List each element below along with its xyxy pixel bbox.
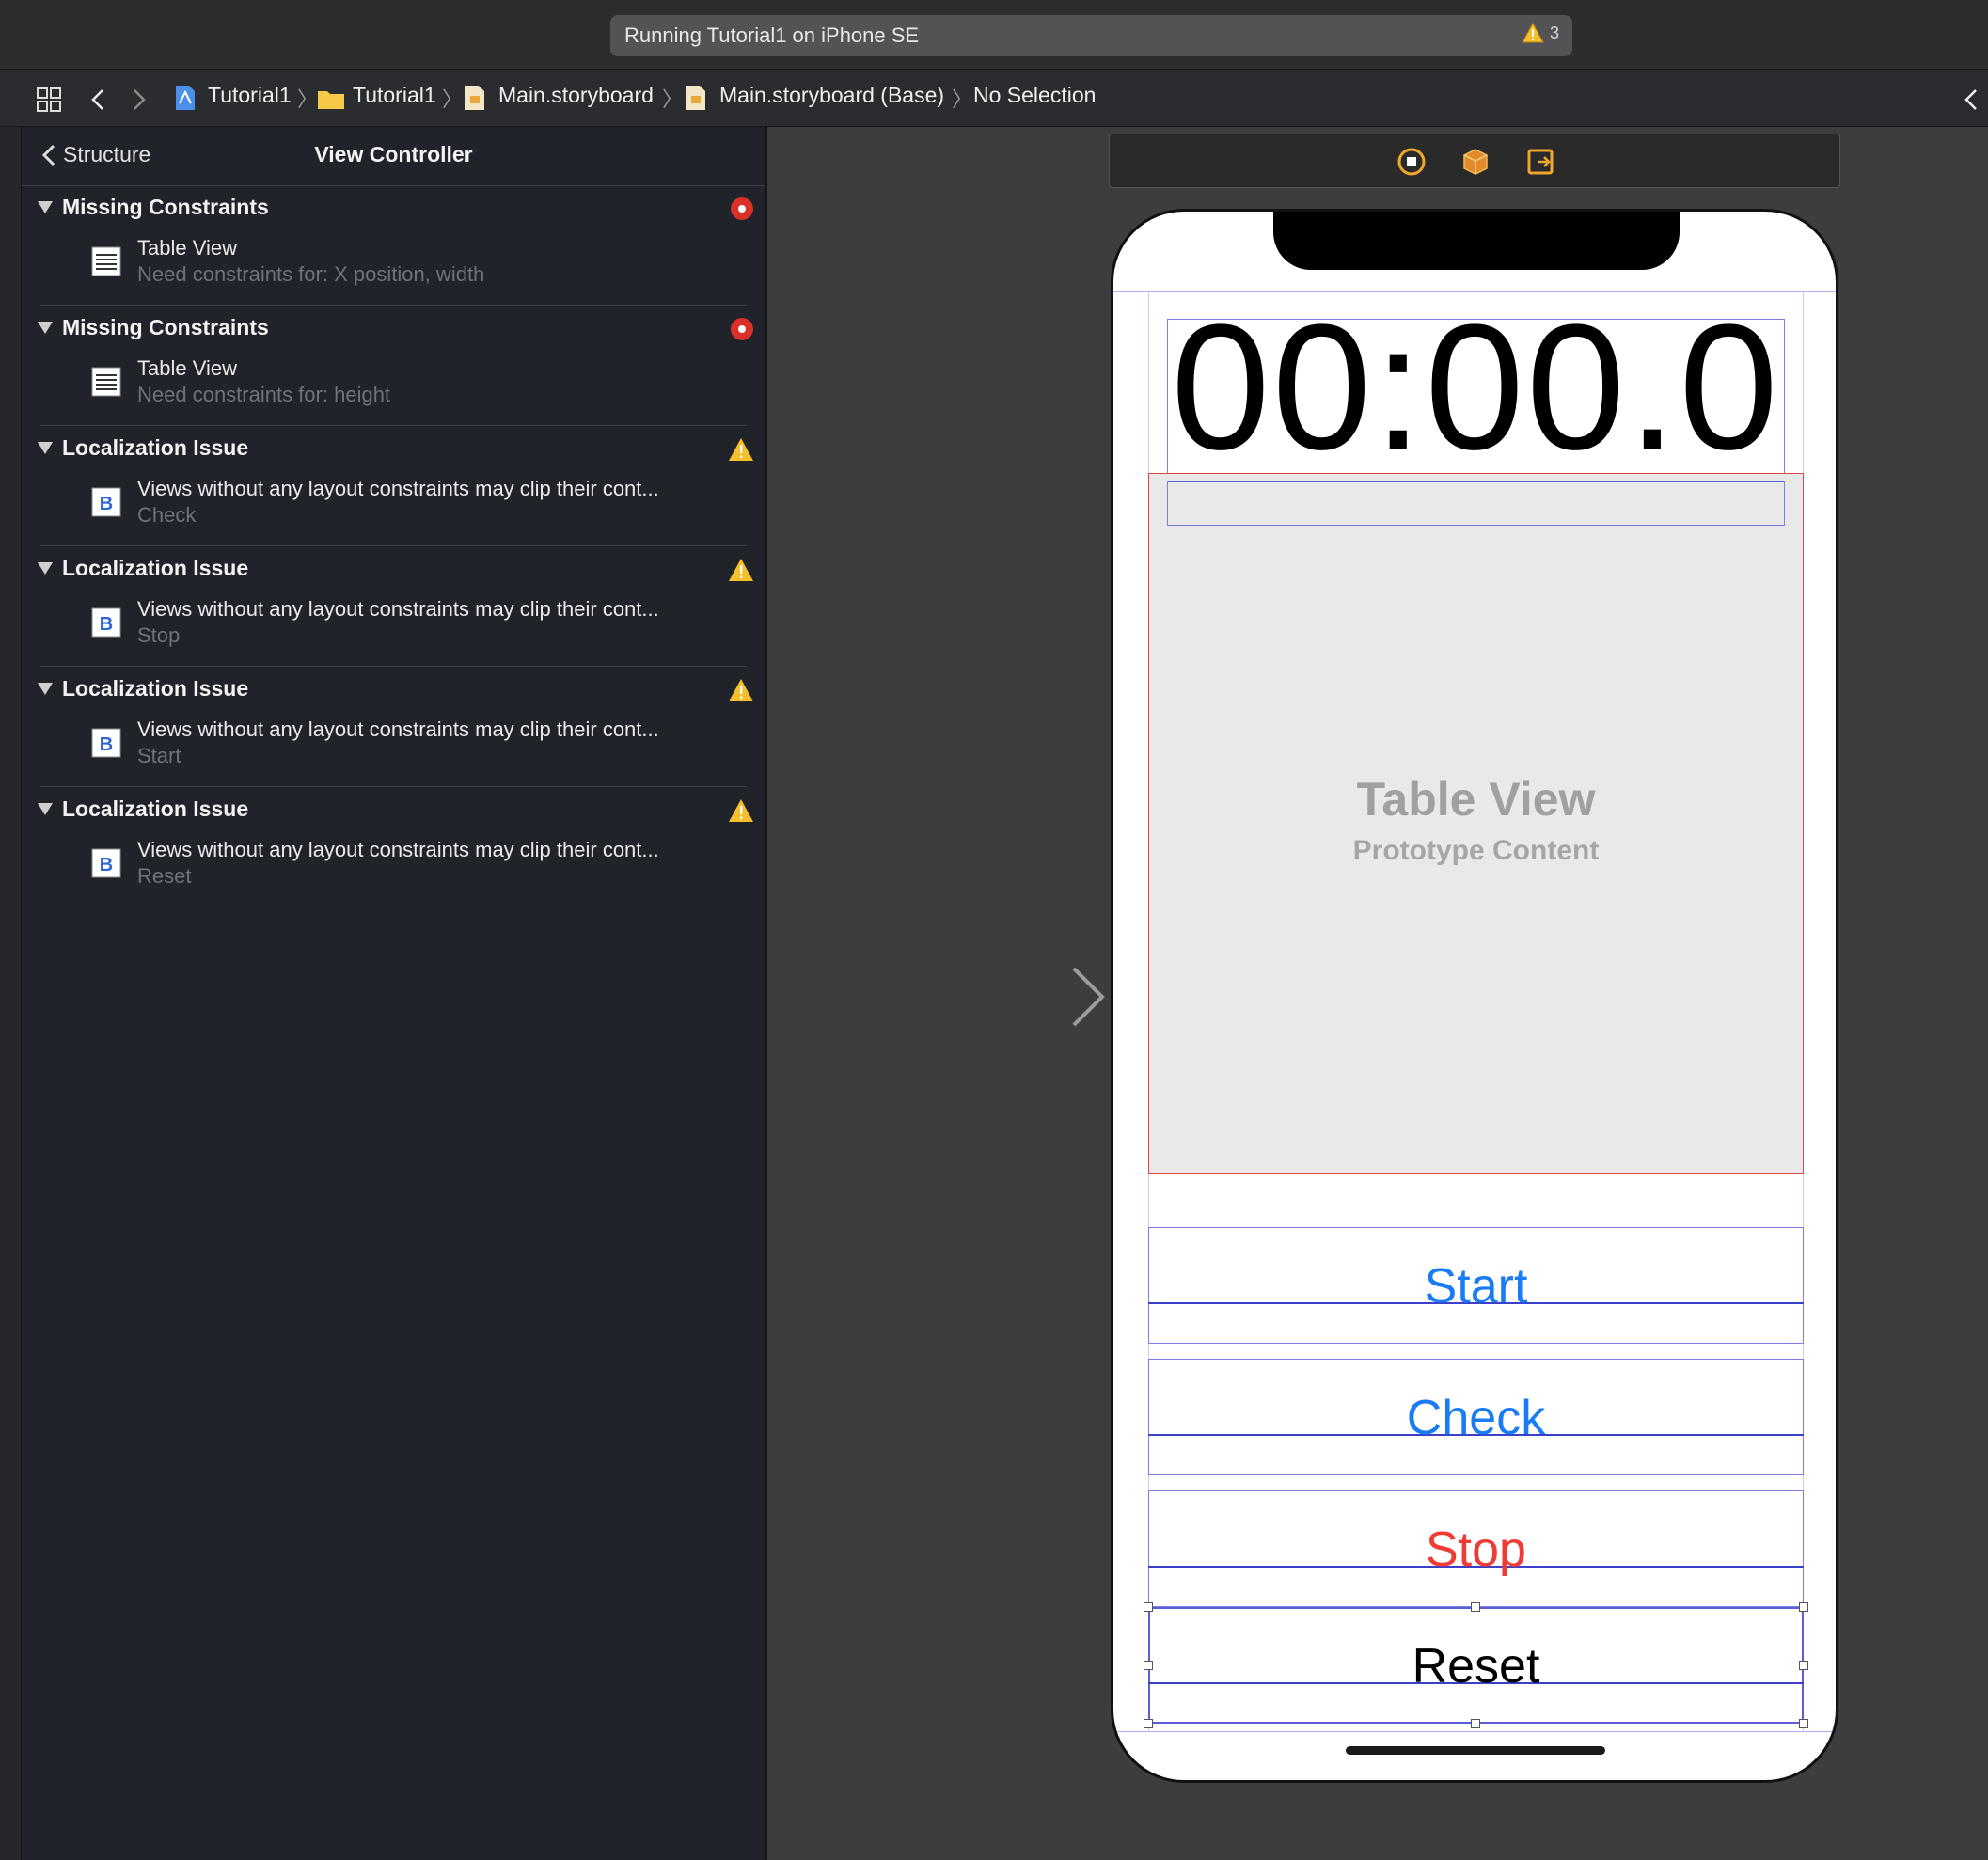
resize-handle-bottom-right[interactable] <box>1799 1719 1808 1728</box>
table-view[interactable]: Table View Prototype Content <box>1148 473 1804 1174</box>
error-badge-icon <box>731 318 753 340</box>
table-view-title: Table View <box>1356 773 1596 826</box>
svg-text:B: B <box>100 614 113 635</box>
issue-group-missing-constraints[interactable]: Missing Constraints Table View Need cons… <box>22 185 765 306</box>
disclosure-triangle-icon[interactable] <box>37 682 54 697</box>
issue-group-localization[interactable]: Localization Issue B Views without any l… <box>22 426 765 546</box>
storyboard-base-file-icon <box>686 86 705 110</box>
svg-text:B: B <box>100 855 113 875</box>
issue-item-detail: Need constraints for: height <box>137 383 391 406</box>
issue-group-title: Localization Issue <box>62 556 249 580</box>
issue-group-localization[interactable]: Localization Issue B Views without any l… <box>22 787 765 907</box>
issue-item-detail: Start <box>137 744 181 767</box>
device-notch <box>1273 212 1680 270</box>
table-view-subtitle: Prototype Content <box>1352 835 1600 866</box>
scene-dock <box>1109 134 1840 188</box>
issue-item-title[interactable]: Table View <box>137 236 237 260</box>
warning-count-badge[interactable]: 3 <box>1522 23 1559 43</box>
issue-item-title[interactable]: Views without any layout constraints may… <box>137 717 659 742</box>
table-view-icon <box>91 246 121 276</box>
stop-button[interactable]: Stop <box>1148 1525 1804 1574</box>
warning-icon <box>1522 23 1544 43</box>
first-responder-cube-icon[interactable] <box>1461 148 1490 176</box>
resize-handle-top-right[interactable] <box>1799 1602 1808 1612</box>
breadcrumb-separator: 〉 <box>662 87 684 111</box>
breadcrumb-project[interactable]: Tutorial1 <box>208 83 292 108</box>
issue-group-title: Missing Constraints <box>62 195 269 219</box>
svg-text:B: B <box>100 734 113 755</box>
activity-view[interactable]: Running Tutorial1 on iPhone SE 3 <box>610 15 1572 56</box>
breadcrumb-separator: 〉 <box>952 87 973 111</box>
issue-group-title: Localization Issue <box>62 796 249 821</box>
issue-item-detail: Need constraints for: X position, width <box>137 262 485 286</box>
issue-group-missing-constraints[interactable]: Missing Constraints Table View Need cons… <box>22 306 765 426</box>
issue-group-title: Localization Issue <box>62 676 249 701</box>
button-b-icon: B <box>91 487 121 517</box>
collapse-inspector-chevron-icon[interactable] <box>1964 88 1979 111</box>
issue-item-detail: Reset <box>137 864 192 888</box>
issue-group-localization[interactable]: Localization Issue B Views without any l… <box>22 546 765 667</box>
navigator-edge <box>0 70 22 1860</box>
related-items-grid-icon[interactable] <box>36 87 62 113</box>
project-file-icon <box>176 86 195 110</box>
breadcrumb-group[interactable]: Tutorial1 <box>353 83 436 108</box>
warning-badge-icon <box>729 438 753 461</box>
forward-arrow-icon[interactable] <box>132 88 147 111</box>
document-outline-issues-panel: Structure View Controller Missing Constr… <box>22 127 767 1860</box>
issue-item-title[interactable]: Views without any layout constraints may… <box>137 477 659 501</box>
warning-badge-icon <box>729 799 753 822</box>
breadcrumb-storyboard-base[interactable]: Main.storyboard (Base) <box>719 83 944 108</box>
exit-icon[interactable] <box>1526 148 1554 176</box>
issue-group-localization[interactable]: Localization Issue B Views without any l… <box>22 667 765 787</box>
iphone-scene-view[interactable]: 00:00.0 Table View Prototype Content Sta… <box>1111 209 1838 1783</box>
disclosure-triangle-icon[interactable] <box>37 321 54 336</box>
jump-bar: Tutorial1 〉 Tutorial1 〉 Main.storyboard … <box>0 70 1988 127</box>
toolbar: Running Tutorial1 on iPhone SE 3 <box>0 0 1988 70</box>
storyboard-file-icon <box>465 86 484 110</box>
activity-status: Running Tutorial1 on iPhone SE <box>624 24 920 47</box>
button-b-icon: B <box>91 728 121 758</box>
resize-handle-bottom[interactable] <box>1471 1719 1480 1728</box>
button-b-icon: B <box>91 848 121 878</box>
svg-text:B: B <box>100 494 113 514</box>
reset-button[interactable]: Reset <box>1148 1642 1804 1691</box>
resize-handle-right[interactable] <box>1799 1661 1808 1670</box>
resize-handle-left[interactable] <box>1144 1661 1153 1670</box>
button-b-icon: B <box>91 607 121 638</box>
error-badge-icon <box>731 197 753 220</box>
breadcrumb-selection[interactable]: No Selection <box>973 83 1096 108</box>
back-arrow-icon[interactable] <box>90 88 105 111</box>
resize-handle-bottom-left[interactable] <box>1144 1719 1153 1728</box>
disclosure-triangle-icon[interactable] <box>37 561 54 576</box>
initial-view-controller-arrow-icon[interactable] <box>931 964 1110 1030</box>
home-indicator <box>1346 1746 1605 1755</box>
view-controller-icon[interactable] <box>1397 148 1426 176</box>
warning-badge-icon <box>729 559 753 581</box>
time-label[interactable]: 00:00.0 <box>1165 298 1786 477</box>
table-view-icon <box>91 367 121 397</box>
breadcrumb-storyboard[interactable]: Main.storyboard <box>498 83 654 108</box>
check-button[interactable]: Check <box>1148 1394 1804 1442</box>
panel-title: View Controller <box>314 142 473 166</box>
warning-count: 3 <box>1549 23 1559 42</box>
breadcrumb-separator: 〉 <box>442 87 464 111</box>
issue-item-title[interactable]: Views without any layout constraints may… <box>137 838 659 862</box>
resize-handle-top[interactable] <box>1471 1602 1480 1612</box>
issue-group-title: Localization Issue <box>62 435 249 460</box>
disclosure-triangle-icon[interactable] <box>37 802 54 817</box>
issue-item-detail: Stop <box>137 623 181 647</box>
panel-header: Structure View Controller <box>22 127 765 186</box>
issue-item-detail: Check <box>137 503 197 527</box>
time-label-frame-overlay <box>1167 481 1785 526</box>
disclosure-triangle-icon[interactable] <box>37 441 54 456</box>
issue-item-title[interactable]: Table View <box>137 356 237 381</box>
issue-item-title[interactable]: Views without any layout constraints may… <box>137 597 659 622</box>
warning-badge-icon <box>729 679 753 701</box>
resize-handle-top-left[interactable] <box>1144 1602 1153 1612</box>
issue-group-title: Missing Constraints <box>62 315 269 339</box>
start-button[interactable]: Start <box>1148 1262 1804 1311</box>
disclosure-triangle-icon[interactable] <box>37 200 54 215</box>
breadcrumb-separator: 〉 <box>297 87 319 111</box>
folder-icon <box>318 91 344 109</box>
